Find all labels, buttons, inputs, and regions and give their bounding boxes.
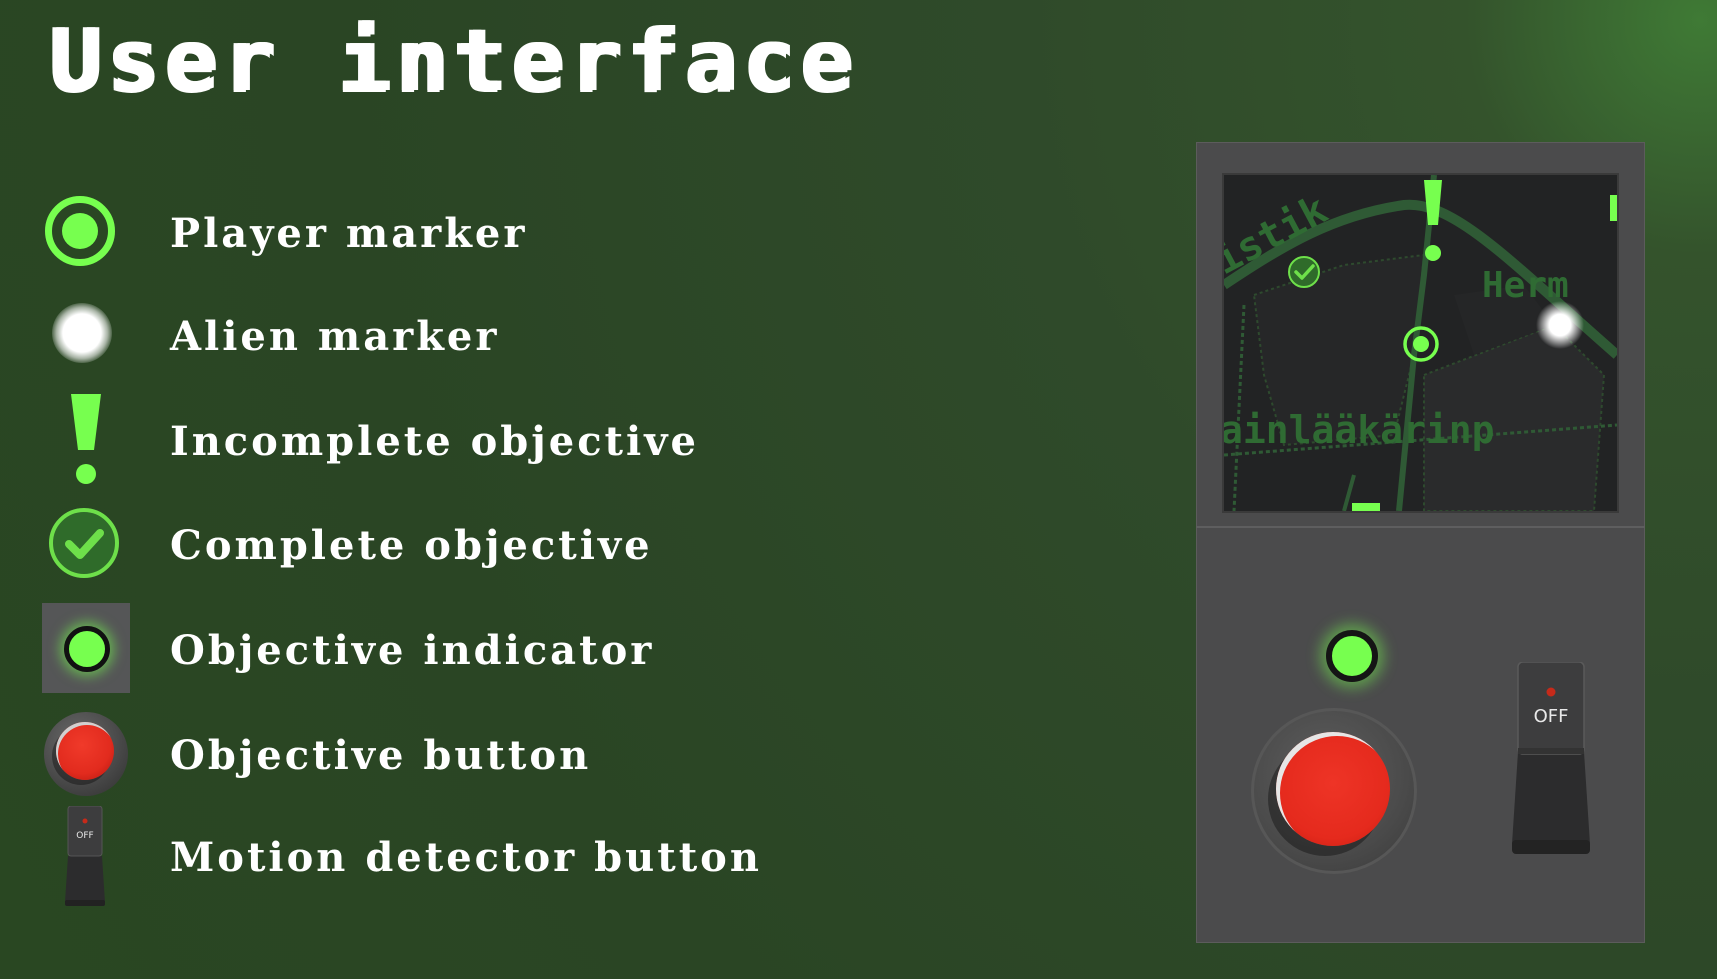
switch-small-label: OFF <box>76 831 93 841</box>
alien-marker-icon <box>42 293 132 383</box>
legend-item-alien-marker: Alien marker <box>0 293 1000 393</box>
legend-label-alien-marker: Alien marker <box>170 313 500 360</box>
legend-label-incomplete-objective: Incomplete objective <box>170 418 699 465</box>
legend-item-objective-indicator: Objective indicator <box>0 603 1000 703</box>
map-checkmark-icon[interactable] <box>1288 256 1320 288</box>
legend-item-complete-objective: Complete objective <box>0 504 1000 604</box>
objective-indicator-icon <box>42 603 132 693</box>
edge-marker-bottom <box>1352 503 1380 511</box>
legend-label-complete-objective: Complete objective <box>170 522 653 569</box>
motion-tracker-device: istik Herm ainlääkärinp OFF <box>1196 142 1645 943</box>
motion-detector-switch[interactable]: OFF <box>1512 662 1590 854</box>
legend-label-motion-detector-button: Motion detector button <box>170 834 762 881</box>
map-screen[interactable]: istik Herm ainlääkärinp <box>1224 175 1617 511</box>
switch-led-icon <box>1546 687 1556 697</box>
map-label-street-bottom: ainlääkärinp <box>1224 408 1495 452</box>
legend-label-objective-button: Objective button <box>170 732 592 779</box>
player-marker-icon <box>42 188 132 278</box>
edge-marker-right <box>1610 195 1617 221</box>
objective-button[interactable] <box>1276 732 1390 846</box>
map-label-street-right: Herm <box>1482 265 1569 306</box>
red-button-icon <box>42 710 132 800</box>
legend-label-objective-indicator: Objective indicator <box>170 627 655 674</box>
switch-label: OFF <box>1534 706 1569 727</box>
toggle-switch-icon: OFF <box>42 806 132 906</box>
legend-item-player-marker: Player marker <box>0 188 1000 288</box>
legend-item-motion-detector-button: OFF Motion detector button <box>0 806 1000 912</box>
legend-item-incomplete-objective: Incomplete objective <box>0 390 1000 490</box>
device-divider <box>1196 526 1645 528</box>
legend-item-objective-button: Objective button <box>0 710 1000 810</box>
objective-indicator-light <box>1326 630 1378 682</box>
map-alien-marker-icon <box>1536 301 1584 349</box>
legend-label-player-marker: Player marker <box>170 210 528 257</box>
checkmark-icon <box>42 504 132 594</box>
exclamation-icon <box>42 390 132 484</box>
page-title: User interface <box>48 11 857 111</box>
